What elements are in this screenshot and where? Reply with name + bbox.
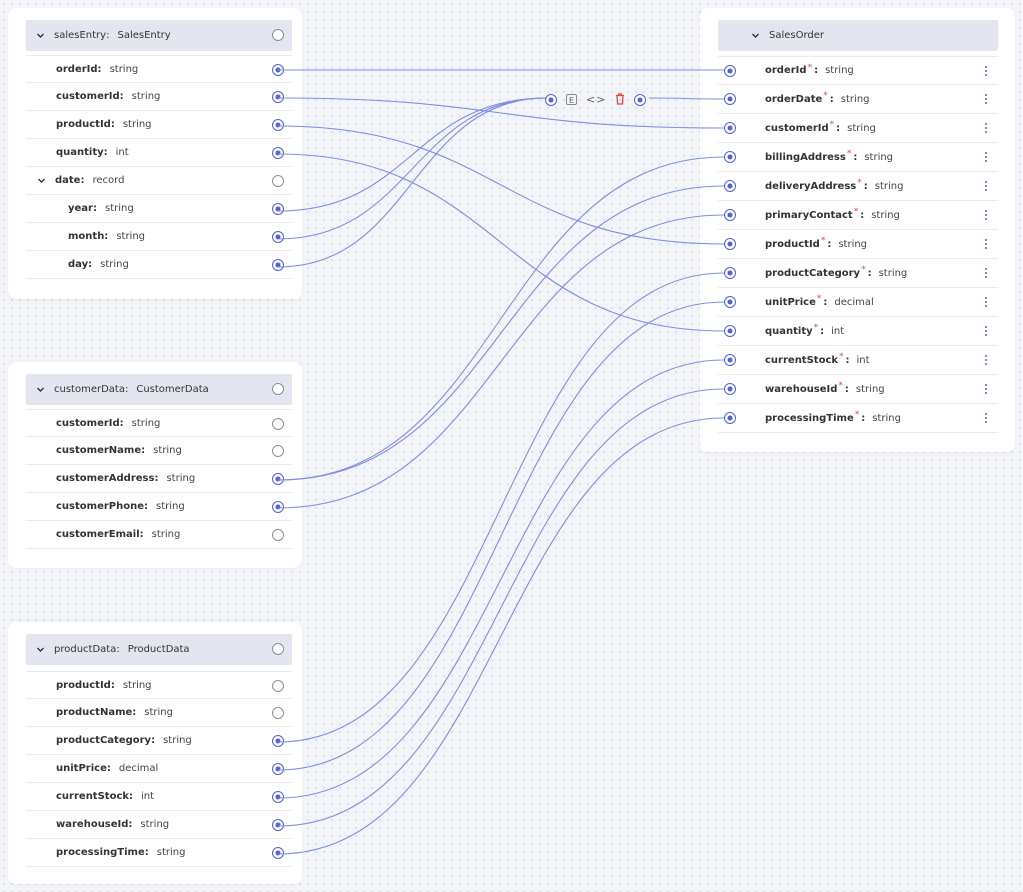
mapping-wire[interactable] xyxy=(277,125,725,245)
mapping-wire[interactable] xyxy=(277,153,725,332)
mapping-wire[interactable] xyxy=(277,97,548,268)
mapping-wires xyxy=(277,69,725,855)
mapping-wire[interactable] xyxy=(277,97,548,212)
mapping-canvas[interactable]: salesEntry: SalesEntry orderId: string cu… xyxy=(0,0,1023,892)
mapping-wire[interactable] xyxy=(277,185,725,481)
mapping-wire[interactable] xyxy=(277,301,725,771)
mapping-wire[interactable] xyxy=(277,272,725,743)
mapping-wire[interactable] xyxy=(277,359,725,799)
mapping-wire[interactable] xyxy=(277,97,725,129)
mapping-wire[interactable] xyxy=(648,97,725,100)
mapping-wire[interactable] xyxy=(277,214,725,509)
mapping-wire[interactable] xyxy=(277,388,725,827)
mapping-wire[interactable] xyxy=(277,97,548,240)
mapping-wire[interactable] xyxy=(277,417,725,855)
